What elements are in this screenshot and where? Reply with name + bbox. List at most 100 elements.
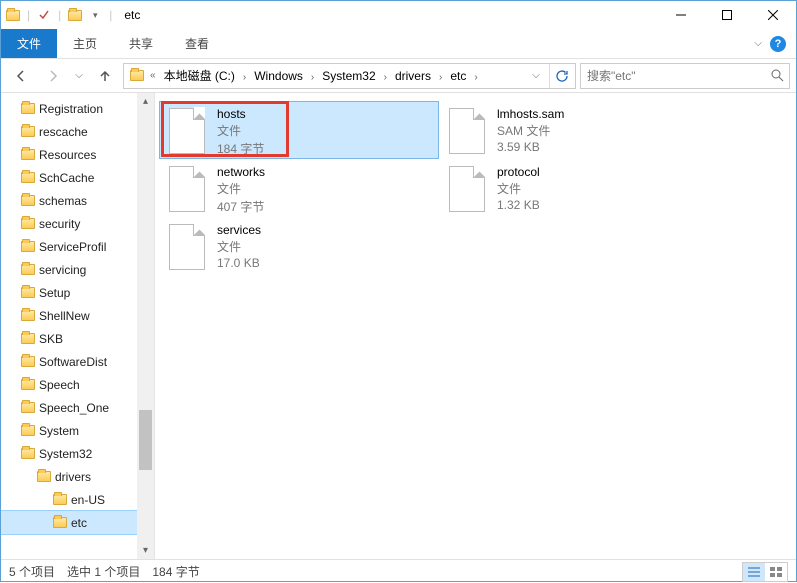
file-name: services [217,223,261,237]
file-icon [447,107,487,155]
folder-icon [37,471,51,482]
tree-item[interactable]: System [1,419,154,442]
file-name: networks [217,165,265,179]
tree-item[interactable]: SKB [1,327,154,350]
search-input[interactable] [581,69,765,83]
breadcrumb-prefix-icon[interactable]: « [148,70,158,81]
breadcrumb-item[interactable]: drivers [389,69,437,83]
file-meta: lmhosts.samSAM 文件3.59 KB [497,107,564,154]
check-icon[interactable] [36,7,52,23]
folder-icon [21,195,35,206]
scroll-thumb[interactable] [139,410,152,470]
refresh-button[interactable] [549,64,573,88]
ribbon-tab-share[interactable]: 共享 [113,29,169,58]
tree-item[interactable]: Registration [1,97,154,120]
folder-tree[interactable]: Registration rescache ResourcesSchCachesch… [1,93,155,559]
file-item[interactable]: lmhosts.samSAM 文件3.59 KB [439,101,719,159]
folder-icon [21,241,35,252]
file-item[interactable]: hosts文件184 字节 [159,101,439,159]
tree-item[interactable]: rescache [1,120,154,143]
tree-item[interactable]: Setup [1,281,154,304]
file-list[interactable]: hosts文件184 字节lmhosts.samSAM 文件3.59 KBnet… [155,93,796,559]
tree-item[interactable]: System32 [1,442,154,465]
ribbon-expand-icon[interactable]: ⌵ [754,38,762,49]
breadcrumb-item[interactable]: System32 [316,69,381,83]
window-title: etc [124,8,140,22]
navbar: ⌵ « 本地磁盘 (C:)›Windows›System32›drivers›e… [1,59,796,93]
tree-item[interactable]: SoftwareDist [1,350,154,373]
file-size: 1.32 KB [497,198,540,212]
file-item[interactable]: protocol文件1.32 KB [439,159,719,217]
tree-item-label: Registration [39,102,103,116]
ribbon-tab-file[interactable]: 文件 [1,29,57,58]
tree-scrollbar[interactable]: ▴ ▾ [137,93,154,559]
address-bar[interactable]: « 本地磁盘 (C:)›Windows›System32›drivers›etc… [123,63,576,89]
file-name: hosts [217,107,264,121]
address-folder-icon [130,70,144,81]
folder-icon [21,356,35,367]
minimize-button[interactable] [658,1,704,29]
file-meta: protocol文件1.32 KB [497,165,540,212]
ribbon-tab-view[interactable]: 查看 [169,29,225,58]
folder-icon [21,218,35,229]
view-details-button[interactable] [743,563,765,581]
breadcrumb-item[interactable]: Windows [248,69,309,83]
folder-icon[interactable] [67,7,83,23]
folder-icon [21,402,35,413]
ribbon: 文件 主页 共享 查看 ⌵ ? [1,29,796,59]
file-name: protocol [497,165,540,179]
folder-icon [21,379,35,390]
scroll-up-icon[interactable]: ▴ [137,93,154,110]
file-name: lmhosts.sam [497,107,564,121]
file-item[interactable]: services文件17.0 KB [159,217,439,275]
tree-item[interactable]: drivers [1,465,154,488]
back-button[interactable] [7,63,35,89]
tree-item[interactable]: ShellNew [1,304,154,327]
tree-item[interactable]: en-US [1,488,154,511]
qat-dropdown-icon[interactable]: ▾ [87,7,103,23]
help-icon[interactable]: ? [770,36,786,52]
breadcrumb-item[interactable]: etc [444,69,472,83]
file-size: 184 字节 [217,140,264,157]
up-button[interactable] [91,63,119,89]
tree-item[interactable]: schemas [1,189,154,212]
tree-item[interactable]: security [1,212,154,235]
tree-item[interactable]: Speech_One [1,396,154,419]
file-size: 407 字节 [217,198,265,215]
breadcrumb-item[interactable]: 本地磁盘 (C:) [158,69,241,83]
scroll-down-icon[interactable]: ▾ [137,542,154,559]
tree-item[interactable]: Resources [1,143,154,166]
tree-item-label: SKB [39,332,63,346]
tree-item-label: System [39,424,79,438]
tree-item-label: rescache [39,125,88,139]
scroll-track[interactable] [137,110,154,542]
file-item[interactable]: networks文件407 字节 [159,159,439,217]
tree-item-label: Speech [39,378,80,392]
search-icon[interactable] [765,69,789,82]
search-box[interactable] [580,63,790,89]
status-item-count: 5 个项目 [9,563,55,580]
file-meta: networks文件407 字节 [217,165,265,215]
separator: | [27,8,30,22]
forward-button[interactable] [39,63,67,89]
tree-item-label: ShellNew [39,309,90,323]
recent-dropdown[interactable]: ⌵ [71,63,87,89]
address-dropdown-icon[interactable]: ⌵ [527,70,545,81]
tree-item[interactable]: servicing [1,258,154,281]
close-button[interactable] [750,1,796,29]
tree-item[interactable]: ServiceProfil [1,235,154,258]
tree-item-label: drivers [55,470,91,484]
maximize-button[interactable] [704,1,750,29]
file-size: 17.0 KB [217,256,261,270]
file-type: 文件 [497,180,540,197]
chevron-right-icon[interactable]: › [472,72,479,83]
ribbon-tab-home[interactable]: 主页 [57,29,113,58]
separator: | [109,8,112,22]
view-icons-button[interactable] [765,563,787,581]
tree-item-label: SoftwareDist [39,355,107,369]
tree-item[interactable]: etc [1,511,154,534]
folder-icon [21,448,35,459]
tree-item[interactable]: Speech [1,373,154,396]
tree-item[interactable]: SchCache [1,166,154,189]
chevron-right-icon[interactable]: › [382,72,389,83]
